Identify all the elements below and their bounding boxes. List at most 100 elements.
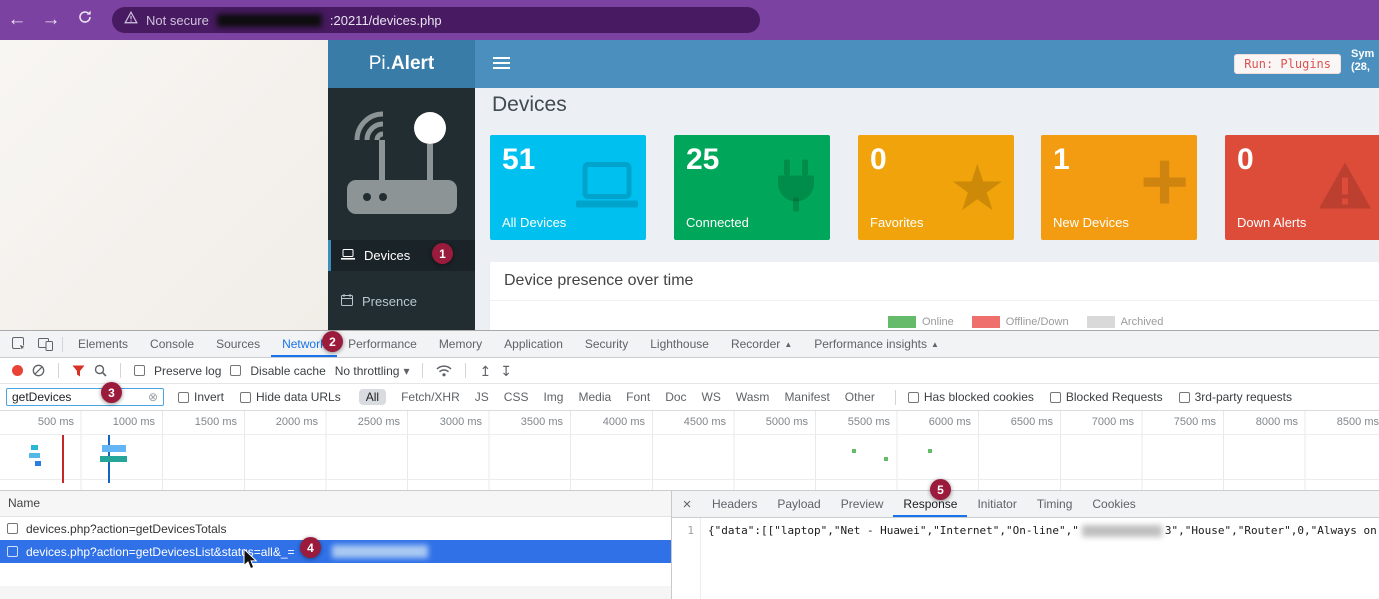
disable-cache-label: Disable cache	[250, 364, 325, 378]
refresh-icon[interactable]	[68, 0, 102, 40]
record-icon[interactable]	[12, 365, 23, 376]
legend-item-archived: Archived	[1087, 316, 1164, 328]
filter-pill-css[interactable]: CSS	[504, 390, 529, 404]
hide-data-urls-filter[interactable]: Hide data URLs	[240, 390, 341, 404]
card-down-alerts[interactable]: 0 Down Alerts	[1225, 135, 1379, 240]
legend-label: Offline/Down	[1006, 316, 1069, 328]
request-row[interactable]: devices.php?action=getDevicesTotals	[0, 517, 671, 540]
card-all-devices[interactable]: 51 All Devices	[490, 135, 646, 240]
blocked-requests-checkbox[interactable]	[1050, 392, 1061, 403]
export-har-icon[interactable]: ↧	[500, 364, 512, 378]
card-label: All Devices	[502, 215, 566, 230]
app-logo[interactable]: Pi.Alert	[328, 40, 475, 88]
card-new-devices[interactable]: 1 New Devices +	[1041, 135, 1197, 240]
filter-input[interactable]: getDevices ⊗	[6, 388, 164, 406]
device-toolbar-icon[interactable]	[32, 338, 58, 351]
back-icon[interactable]: ←	[0, 0, 34, 40]
third-party-requests-filter[interactable]: 3rd-party requests	[1179, 390, 1292, 404]
clear-filter-icon[interactable]: ⊗	[148, 390, 158, 404]
has-blocked-cookies-filter[interactable]: Has blocked cookies	[908, 390, 1034, 404]
third-party-requests-checkbox[interactable]	[1179, 392, 1190, 403]
request-checkbox[interactable]	[7, 546, 18, 557]
menu-toggle-icon[interactable]	[493, 57, 510, 72]
legend-item-online: Online	[888, 316, 954, 328]
detail-tab-initiator[interactable]: Initiator	[967, 492, 1026, 517]
invert-filter[interactable]: Invert	[178, 390, 224, 404]
tab-memory[interactable]: Memory	[428, 332, 493, 357]
sidebar-item-label: Devices	[364, 248, 410, 263]
card-connected[interactable]: 25 Connected	[674, 135, 830, 240]
tab-lighthouse[interactable]: Lighthouse	[639, 332, 720, 357]
filter-pill-fetch-xhr[interactable]: Fetch/XHR	[401, 390, 460, 404]
detail-tab-headers[interactable]: Headers	[702, 492, 767, 517]
tab-sources[interactable]: Sources	[205, 332, 271, 357]
name-column-header[interactable]: Name	[0, 491, 671, 517]
browser-toolbar: ← → Not secure :20211/devices.php	[0, 0, 1379, 40]
detail-tab-timing[interactable]: Timing	[1027, 492, 1083, 517]
sidebar-item-devices[interactable]: Devices	[328, 240, 475, 271]
tab-recorder[interactable]: Recorder▲	[720, 332, 803, 357]
tab-performance-insights[interactable]: Performance insights▲	[803, 332, 950, 357]
response-viewer[interactable]: 1 {"data":[["laptop","Net - Huawei","Int…	[672, 518, 1379, 599]
router-logo-icon	[328, 88, 475, 236]
divider	[465, 363, 466, 378]
tab-elements[interactable]: Elements	[67, 332, 139, 357]
tab-console[interactable]: Console	[139, 332, 205, 357]
chevron-down-icon: ▾	[403, 364, 409, 378]
request-detail-panel: × Headers Payload Preview Response Initi…	[672, 491, 1379, 599]
card-favorites[interactable]: 0 Favorites ★	[858, 135, 1014, 240]
detail-tab-cookies[interactable]: Cookies	[1082, 492, 1145, 517]
filter-pill-manifest[interactable]: Manifest	[784, 390, 829, 404]
laptop-icon	[341, 248, 355, 263]
preserve-log-checkbox[interactable]	[134, 365, 145, 376]
clear-icon[interactable]	[32, 364, 45, 377]
network-filter-bar: getDevices ⊗ Invert Hide data URLs All F…	[0, 384, 1379, 411]
tab-security[interactable]: Security	[574, 332, 639, 357]
redacted-host	[217, 14, 322, 27]
hide-data-urls-checkbox[interactable]	[240, 392, 251, 403]
filter-icon[interactable]	[72, 365, 85, 377]
close-icon[interactable]: ×	[672, 496, 702, 513]
filter-pill-doc[interactable]: Doc	[665, 390, 686, 404]
divider	[0, 479, 1379, 480]
address-bar[interactable]: Not secure :20211/devices.php	[112, 7, 760, 33]
throttling-select[interactable]: No throttling ▾	[335, 364, 410, 378]
filter-pill-media[interactable]: Media	[578, 390, 611, 404]
network-conditions-icon[interactable]	[436, 365, 452, 377]
filter-pill-font[interactable]: Font	[626, 390, 650, 404]
timeline-tick: 2000 ms	[248, 416, 318, 428]
filter-pill-other[interactable]: Other	[845, 390, 875, 404]
request-checkbox[interactable]	[7, 523, 18, 534]
presence-panel: Device presence over time Online Offline…	[490, 262, 1379, 330]
detail-tab-payload[interactable]: Payload	[767, 492, 830, 517]
request-row-selected[interactable]: devices.php?action=getDevicesList&status…	[0, 540, 671, 563]
filter-pill-wasm[interactable]: Wasm	[736, 390, 770, 404]
inspect-icon[interactable]	[6, 337, 32, 352]
filter-pill-js[interactable]: JS	[475, 390, 489, 404]
search-icon[interactable]	[94, 364, 107, 377]
detail-tab-response[interactable]: Response	[893, 492, 967, 517]
run-plugins-button[interactable]: Run: Plugins	[1234, 54, 1341, 74]
disable-cache-checkbox[interactable]	[230, 365, 241, 376]
filter-pill-ws[interactable]: WS	[702, 390, 721, 404]
detail-tab-preview[interactable]: Preview	[831, 492, 894, 517]
tab-performance[interactable]: Performance	[337, 332, 428, 357]
card-label: Favorites	[870, 215, 923, 230]
annotation-step-3: 3	[101, 382, 122, 403]
network-overview-timeline[interactable]: 500 ms 1000 ms 1500 ms 2000 ms 2500 ms 3…	[0, 411, 1379, 491]
sidebar-item-presence[interactable]: Presence	[328, 286, 475, 317]
tab-application[interactable]: Application	[493, 332, 574, 357]
invert-checkbox[interactable]	[178, 392, 189, 403]
timeline-tick: 5500 ms	[820, 416, 890, 428]
request-type-filters: All Fetch/XHR JS CSS Img Media Font Doc …	[359, 389, 875, 405]
blocked-requests-filter[interactable]: Blocked Requests	[1050, 390, 1163, 404]
has-blocked-cookies-checkbox[interactable]	[908, 392, 919, 403]
import-har-icon[interactable]: ↥	[479, 364, 491, 378]
experiment-warning-icon: ▲	[784, 332, 792, 357]
annotation-step-2: 2	[322, 331, 343, 352]
response-text: {"data":[["laptop","Net - Huawei","Inter…	[708, 524, 1079, 537]
forward-icon[interactable]: →	[34, 0, 68, 40]
filter-pill-img[interactable]: Img	[543, 390, 563, 404]
filter-pill-all[interactable]: All	[359, 389, 386, 405]
devtools-tabbar: Elements Console Sources Network Perform…	[0, 331, 1379, 358]
